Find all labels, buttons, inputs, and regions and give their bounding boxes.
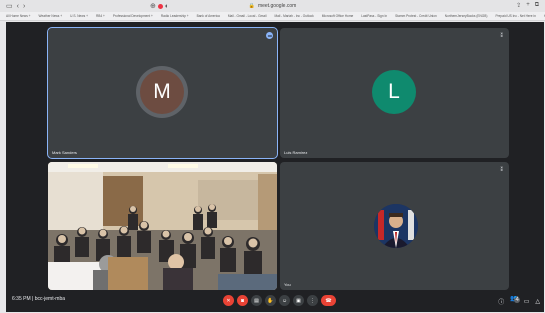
new-tab-icon[interactable]: +: [526, 2, 530, 9]
mic-off-icon[interactable]: ✕: [223, 295, 234, 306]
participant-name: Luis Ramirez: [284, 150, 308, 155]
url-text: meet.google.com: [257, 3, 297, 9]
camera-icon: ◐: [164, 3, 170, 10]
browser-titlebar: ▭ ‹ › ⊕ ◐ 🔒 meet.google.com ⇪ + ⧉: [0, 0, 545, 12]
participant-tile-luis[interactable]: ⁑ L Luis Ramirez: [280, 28, 509, 158]
bookmarks-bar: All Home News + Weather News + U.S. News +…: [0, 12, 545, 21]
muted-icon: ⁑: [500, 167, 504, 173]
bookmark-item[interactable]: Prepaid US Inc - Net Here in: [495, 14, 535, 18]
bookmark-item[interactable]: U.S. News +: [70, 14, 88, 18]
participant-tile-you[interactable]: ⁑ You: [280, 162, 509, 290]
participant-tile-room[interactable]: [48, 162, 277, 290]
bookmark-item[interactable]: Mail - Gmail - Local - Gmail: [228, 14, 267, 18]
participant-count-badge: 4: [514, 297, 521, 303]
avatar-wrap: L: [372, 70, 416, 114]
browser-actions: ⇪ + ⧉: [516, 2, 539, 9]
chat-icon[interactable]: ▭: [524, 298, 530, 305]
meeting-info: 6:35 PM | bcc-jemt-mba: [12, 296, 65, 302]
avatar: M: [140, 70, 184, 114]
participant-name: You: [284, 282, 291, 287]
bookmark-item[interactable]: RB4 +: [96, 14, 105, 18]
bookmark-item[interactable]: Weather News +: [39, 14, 63, 18]
more-options-icon[interactable]: ⋮: [307, 295, 318, 306]
lock-icon: 🔒: [248, 3, 255, 9]
meeting-controls: 6:35 PM | bcc-jemt-mba ✕ ◙ ▤ ✋ ☺ ▣ ⋮ ☎ ⓘ…: [6, 290, 544, 312]
participant-tile-mark[interactable]: ◂◂ M Mark Sanders: [47, 27, 278, 159]
bookmark-item[interactable]: Stamm Protest - Credit Union: [395, 14, 437, 18]
bookmark-item[interactable]: Radio Leadership +: [161, 14, 189, 18]
side-panel-buttons: ⓘ 👥4 ▭ △: [498, 295, 540, 308]
address-bar[interactable]: 🔒 meet.google.com: [185, 2, 360, 10]
self-avatar-photo: [374, 204, 418, 248]
meet-stage: ◂◂ M Mark Sanders ⁑ L Luis Ramirez ⁑ You…: [6, 22, 544, 312]
activities-icon[interactable]: △: [535, 298, 540, 305]
bookmark-item[interactable]: Bank of America: [197, 14, 220, 18]
bookmark-item[interactable]: Microsoft Office Home: [322, 14, 353, 18]
captions-icon[interactable]: ▤: [251, 295, 262, 306]
bookmark-item[interactable]: All Home News +: [6, 14, 31, 18]
call-buttons: ✕ ◙ ▤ ✋ ☺ ▣ ⋮ ☎: [223, 295, 336, 306]
meeting-code: bcc-jemt-mba: [34, 296, 66, 302]
info-icon[interactable]: ⓘ: [498, 297, 504, 306]
emoji-icon[interactable]: ☺: [279, 295, 290, 306]
participant-name: Mark Sanders: [52, 150, 77, 155]
separator: |: [32, 296, 34, 302]
camera-off-icon[interactable]: ◙: [237, 295, 248, 306]
browser-nav: ▭ ‹ ›: [0, 3, 25, 10]
meeting-time: 6:35 PM: [12, 296, 31, 302]
bookmark-item[interactable]: NorthernJerseyBooks (ENGB): [445, 14, 488, 18]
share-icon[interactable]: ⇪: [516, 2, 521, 9]
avatar: L: [372, 70, 416, 114]
sidebar-toggle-icon[interactable]: ▭: [6, 3, 13, 10]
bookmark-item[interactable]: Professional Development +: [113, 14, 153, 18]
present-screen-icon[interactable]: ▣: [293, 295, 304, 306]
shield-icon: ⊕: [150, 3, 156, 10]
recording-dot-icon: [157, 4, 163, 9]
bookmark-item[interactable]: Mail - Mariah - Inc - Outlook: [274, 14, 313, 18]
end-call-button[interactable]: ☎: [321, 295, 336, 306]
people-icon[interactable]: 👥4: [510, 295, 521, 308]
raise-hand-icon[interactable]: ✋: [265, 295, 276, 306]
tab-meet[interactable]: ⊕ ◐: [150, 3, 169, 10]
forward-icon[interactable]: ›: [23, 3, 25, 10]
room-video-feed: [48, 162, 277, 290]
back-icon[interactable]: ‹: [17, 3, 19, 10]
speaking-indicator-icon: ◂◂: [266, 32, 273, 39]
muted-icon: ⁑: [500, 33, 504, 39]
tabs-overview-icon[interactable]: ⧉: [535, 2, 539, 9]
bookmark-item[interactable]: LastPass - Sign In: [361, 14, 387, 18]
avatar-ring: M: [136, 66, 188, 118]
